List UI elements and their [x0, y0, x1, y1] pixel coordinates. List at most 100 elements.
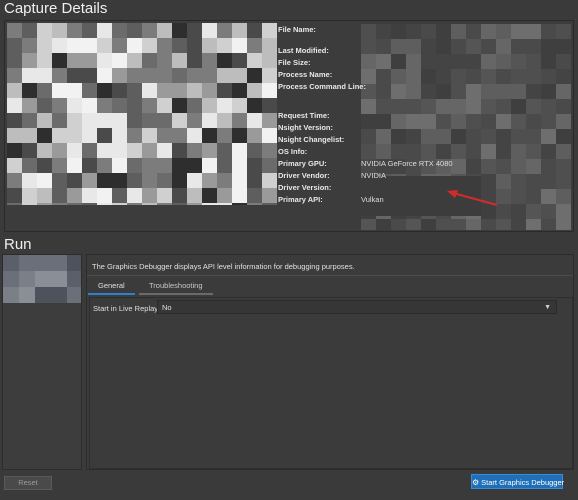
pixel-block [496, 129, 511, 144]
pixel-block [526, 39, 541, 54]
pixel-block [247, 173, 262, 188]
pixel-block [22, 128, 37, 143]
pixel-block [19, 271, 35, 287]
pixel-block [22, 188, 37, 203]
pixel-block [82, 98, 97, 113]
pixel-block [247, 23, 262, 38]
pixel-block [52, 158, 67, 173]
pixel-block [361, 99, 376, 114]
pixel-block [247, 113, 262, 128]
start-in-live-replay-label: Start in Live Replay: [93, 304, 161, 313]
pixel-block [52, 53, 67, 68]
pixel-block [436, 54, 451, 69]
pixel-block [481, 84, 496, 99]
pixel-block [67, 113, 82, 128]
pixel-block [436, 144, 451, 159]
pixel-block [526, 24, 541, 39]
primary-gpu-value: NVIDIA GeForce RTX 4080 [361, 159, 453, 168]
pixel-block [496, 114, 511, 129]
activity-description: The Graphics Debugger displays API level… [92, 262, 355, 271]
pixel-block [511, 99, 526, 114]
pixel-block [511, 84, 526, 99]
pixel-block [526, 114, 541, 129]
pixel-block [35, 255, 51, 271]
pixel-block [82, 113, 97, 128]
pixel-block [172, 68, 187, 83]
pixel-block [556, 99, 571, 114]
pixel-block [67, 255, 81, 271]
pixel-block [127, 143, 142, 158]
pixel-block [52, 23, 67, 38]
pixel-block [262, 83, 277, 98]
pixel-block [376, 69, 391, 84]
pixel-block [51, 255, 67, 271]
pixel-block [22, 113, 37, 128]
pixel-block [541, 99, 556, 114]
pixel-block [127, 203, 142, 205]
pixel-block [202, 203, 217, 205]
pixel-block [7, 188, 22, 203]
pixel-block [172, 203, 187, 205]
pixel-block [37, 203, 52, 205]
pixel-block [511, 159, 526, 174]
pixel-block [556, 54, 571, 69]
pixel-block [232, 83, 247, 98]
pixel-block [262, 173, 277, 188]
pixel-block [232, 173, 247, 188]
pixel-block [556, 84, 571, 99]
pixel-block [406, 54, 421, 69]
pixel-block [436, 129, 451, 144]
tab-general[interactable]: General [88, 279, 135, 295]
pixel-block [37, 68, 52, 83]
pixel-block [232, 203, 247, 205]
pixel-block [142, 143, 157, 158]
pixel-block [406, 114, 421, 129]
pixel-block [22, 23, 37, 38]
start-graphics-debugger-button[interactable]: ⚙ Start Graphics Debugger [471, 474, 564, 489]
run-target-list[interactable] [2, 254, 82, 470]
pixel-block [421, 144, 436, 159]
pixel-block [496, 54, 511, 69]
pixel-block [172, 98, 187, 113]
pixel-block [172, 173, 187, 188]
capture-thumbnail [7, 23, 277, 205]
pixel-block [51, 271, 67, 287]
pixel-block [112, 188, 127, 203]
pixel-block [157, 23, 172, 38]
pixel-block [391, 24, 406, 39]
pixel-block [3, 287, 19, 303]
reset-button[interactable]: Reset [4, 476, 52, 490]
pixel-block [511, 174, 526, 189]
pixel-block [127, 98, 142, 113]
pixel-block [481, 144, 496, 159]
start-in-live-replay-select[interactable]: No ▼ [157, 300, 557, 314]
pixel-block [262, 23, 277, 38]
pixel-block [466, 54, 481, 69]
pixel-block [142, 83, 157, 98]
pixel-block [406, 99, 421, 114]
tab-troubleshooting[interactable]: Troubleshooting [139, 279, 213, 295]
debugger-icon: ⚙ [472, 478, 480, 487]
pixel-block [496, 84, 511, 99]
pixel-block [436, 99, 451, 114]
pixel-block [157, 113, 172, 128]
pixel-block [19, 287, 35, 303]
pixel-block [202, 38, 217, 53]
pixel-block [376, 99, 391, 114]
pixel-block [37, 158, 52, 173]
pixel-block [556, 69, 571, 84]
pixel-block [466, 84, 481, 99]
pixel-block [22, 38, 37, 53]
pixel-block [127, 113, 142, 128]
pixel-block [97, 128, 112, 143]
pixel-block [541, 204, 556, 219]
pixel-block [511, 219, 526, 230]
pixel-block [97, 38, 112, 53]
primary-api-value: Vulkan [361, 195, 384, 204]
pixel-block [541, 189, 556, 204]
pixel-block [247, 128, 262, 143]
pixel-block [556, 114, 571, 129]
pixel-block [406, 39, 421, 54]
run-title: Run [4, 236, 32, 253]
pixel-block [556, 204, 571, 219]
